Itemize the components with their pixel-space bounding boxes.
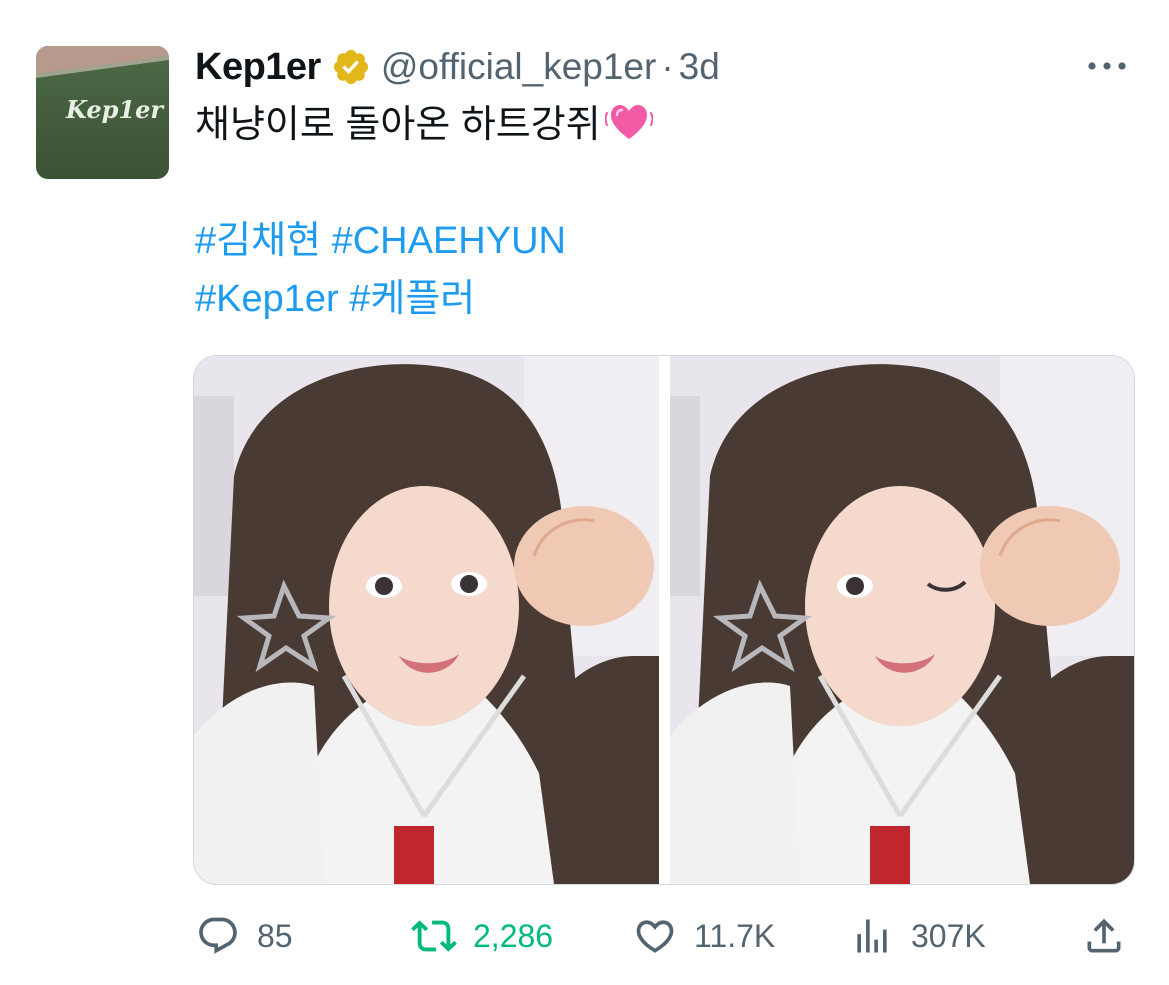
selfie-photo-wink <box>669 356 1134 884</box>
heart-icon <box>632 913 678 959</box>
tweet[interactable]: Kep1er Kep1er @official_kep1er · 3d 채냥이로… <box>0 0 1169 985</box>
separator-dot: · <box>661 46 674 87</box>
user-handle[interactable]: @official_kep1er <box>381 46 656 88</box>
verified-badge-icon[interactable] <box>331 47 371 87</box>
hashtag-link[interactable]: #김채현 <box>195 220 321 262</box>
tweet-photo-2[interactable] <box>669 356 1134 884</box>
hashtag-link[interactable]: #CHAEHYUN <box>332 220 566 262</box>
share-icon <box>1081 913 1127 959</box>
tweet-actions: 85 2,286 11.7K 307K <box>195 908 1135 964</box>
avatar-logo-text: Kep1er <box>65 95 165 124</box>
kep1er-logo-avatar: Kep1er <box>36 46 169 179</box>
tweet-header: Kep1er @official_kep1er · 3d <box>195 44 720 90</box>
views-count: 307K <box>911 917 986 954</box>
avatar[interactable]: Kep1er <box>36 46 169 179</box>
selfie-photo <box>194 356 659 884</box>
reply-count: 85 <box>257 917 293 954</box>
retweet-button[interactable]: 2,286 <box>411 908 553 964</box>
views-button[interactable]: 307K <box>849 908 986 964</box>
reply-button[interactable]: 85 <box>195 908 293 964</box>
views-chart-icon <box>849 913 895 959</box>
reply-icon <box>195 913 241 959</box>
like-count: 11.7K <box>694 917 776 954</box>
vibrating-heart-emoji-icon <box>604 99 654 145</box>
share-button[interactable] <box>1081 908 1143 964</box>
like-button[interactable]: 11.7K <box>632 908 775 964</box>
tweet-text: 채냥이로 돌아온 하트강쥐 #김채현 #CHAEHYUN #Kep1er #케플… <box>195 96 1135 328</box>
hashtag-link[interactable]: #케플러 <box>349 278 475 320</box>
timestamp[interactable]: 3d <box>679 46 720 88</box>
hashtag-link[interactable]: #Kep1er <box>195 278 339 320</box>
display-name[interactable]: Kep1er <box>195 46 321 89</box>
retweet-icon <box>411 913 457 959</box>
media-grid <box>193 355 1135 885</box>
tweet-photo-1[interactable] <box>194 356 659 884</box>
more-options-icon[interactable] <box>1083 52 1131 80</box>
tweet-text-line: 채냥이로 돌아온 하트강쥐 <box>195 104 601 146</box>
retweet-count: 2,286 <box>473 917 554 954</box>
